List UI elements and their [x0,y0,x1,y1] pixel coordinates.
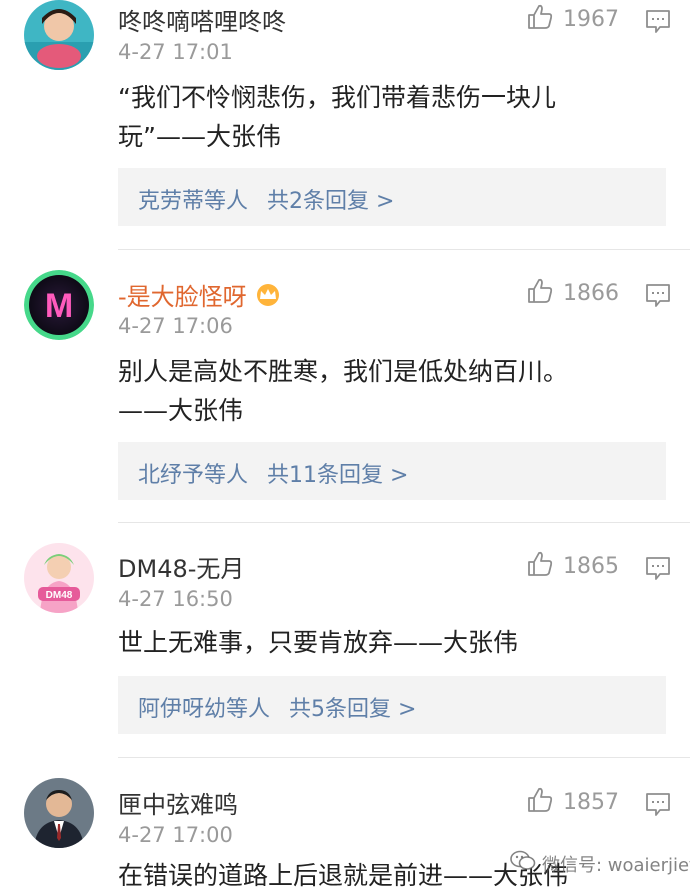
username[interactable]: DM48-无月 [118,549,244,584]
reply-icon[interactable] [645,555,671,581]
watermark: 微信号: woaierjiefu [510,850,690,877]
comment-item: 匣中弦难鸣 4-27 17:00 1857 在错误的道路上后退就是前进——大张伟 [0,778,690,896]
comment-line: 别人是高处不胜寒，我们是低处纳百川。 [118,357,569,386]
divider [118,757,690,758]
comment-item: M -是大脸怪呀 4-27 17:06 1866 别人是高处不胜寒，我们是低处纳… [0,270,690,524]
replies-count: 共2条回复 > [267,189,395,214]
timestamp: 4-27 16:50 [118,587,233,611]
replies-users: 阿伊呀幼等人 [138,697,271,722]
comment-line: 世上无难事，只要肯放弃——大张伟 [118,628,519,657]
like-count: 1866 [563,280,619,306]
timestamp: 4-27 17:06 [118,314,233,338]
timestamp: 4-27 17:01 [118,40,233,64]
avatar[interactable]: DM48 [24,543,94,613]
like-count: 1857 [563,789,619,815]
timestamp: 4-27 17:00 [118,823,233,847]
replies-box[interactable]: 阿伊呀幼等人 共5条回复 > [118,676,666,734]
replies-summary[interactable]: 阿伊呀幼等人 共5条回复 > [138,691,416,723]
replies-summary[interactable]: 北纾予等人 共11条回复 > [138,457,408,489]
like-button[interactable]: 1865 [526,549,619,583]
avatar[interactable] [24,0,94,70]
replies-box[interactable]: 克劳蒂等人 共2条回复 > [118,168,666,226]
thumbs-up-icon [526,277,554,309]
comment-text: 别人是高处不胜寒，我们是低处纳百川。 ——大张伟 [118,352,658,430]
divider [118,522,690,523]
comment-text: “我们不怜悯悲伤，我们带着悲伤一块儿 玩”——大张伟 [118,78,658,156]
reply-icon[interactable] [645,8,671,34]
comment-item: 咚咚嘀嗒哩咚咚 4-27 17:01 1967 “我们不怜悯悲伤，我们带着悲伤一… [0,0,690,250]
thumbs-up-icon [526,550,554,582]
like-count: 1865 [563,553,619,579]
divider [118,249,690,250]
like-count: 1967 [563,6,619,32]
wechat-icon [510,850,536,877]
replies-box[interactable]: 北纾予等人 共11条回复 > [118,442,666,500]
replies-count: 共11条回复 > [267,463,409,488]
comment-line: “我们不怜悯悲伤，我们带着悲伤一块儿 [118,83,556,112]
thumbs-up-icon [526,786,554,818]
like-button[interactable]: 1857 [526,785,619,819]
replies-users: 北纾予等人 [138,463,249,488]
watermark-text: 微信号: woaierjiefu [542,854,690,876]
avatar-letter: M [45,287,73,325]
username-text: -是大脸怪呀 [118,283,247,311]
comment-text: 世上无难事，只要肯放弃——大张伟 [118,623,658,662]
reply-icon[interactable] [645,791,671,817]
comment-line: ——大张伟 [118,396,244,425]
replies-users: 克劳蒂等人 [138,189,249,214]
replies-summary[interactable]: 克劳蒂等人 共2条回复 > [138,183,394,215]
like-button[interactable]: 1967 [526,2,619,36]
comment-item: DM48 DM48-无月 4-27 16:50 1865 世上无难事，只要肯放弃… [0,543,690,758]
username[interactable]: 咚咚嘀嗒哩咚咚 [118,2,286,37]
like-button[interactable]: 1866 [526,276,619,310]
crown-icon [253,283,283,313]
avatar[interactable] [24,778,94,848]
reply-icon[interactable] [645,282,671,308]
comment-line: 玩”——大张伟 [118,122,281,151]
replies-count: 共5条回复 > [289,697,417,722]
avatar[interactable]: M [24,270,94,340]
username[interactable]: 匣中弦难鸣 [118,785,238,820]
thumbs-up-icon [526,3,554,35]
username[interactable]: -是大脸怪呀 [118,277,283,313]
avatar-badge-text: DM48 [46,590,73,601]
